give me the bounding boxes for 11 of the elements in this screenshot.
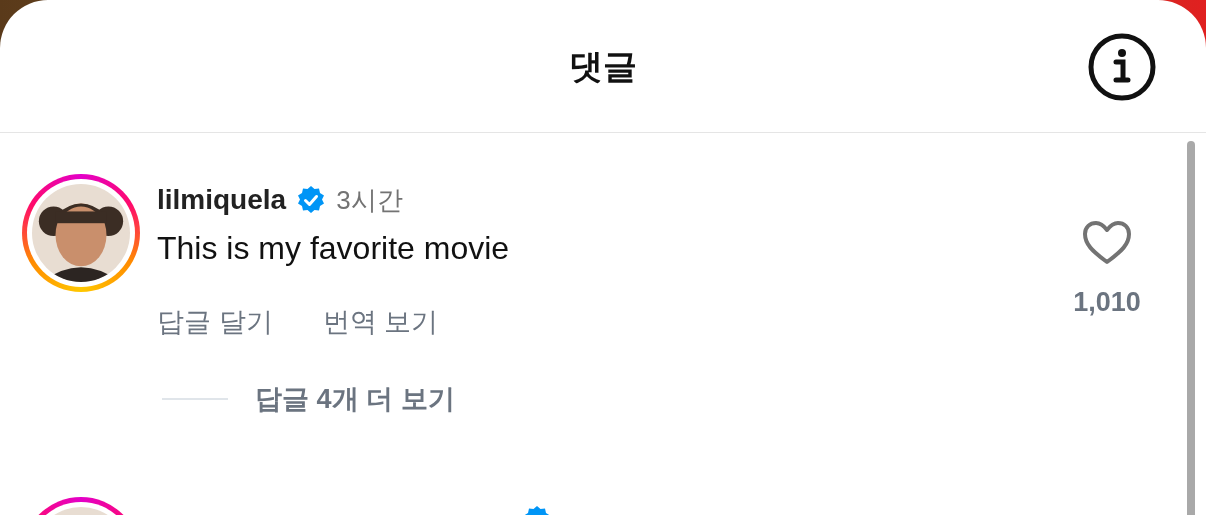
sheet-title: 댓글 <box>569 45 637 87</box>
username[interactable]: lilmiquela <box>157 179 287 221</box>
comment-action[interactable]: 번역 보기 <box>322 302 439 343</box>
like-count: 1,010 <box>1073 286 1141 319</box>
comment-text: This is my favorite movie <box>157 229 511 268</box>
info-icon[interactable] <box>1087 32 1157 102</box>
heart-icon[interactable] <box>1082 220 1132 266</box>
scrollbar[interactable] <box>1187 141 1195 515</box>
comment-time: 3시간 <box>336 183 403 217</box>
view-replies-link[interactable]: 답글 4개 더 보기 <box>255 378 455 419</box>
comment-action[interactable]: 답글 달기 <box>157 302 273 343</box>
